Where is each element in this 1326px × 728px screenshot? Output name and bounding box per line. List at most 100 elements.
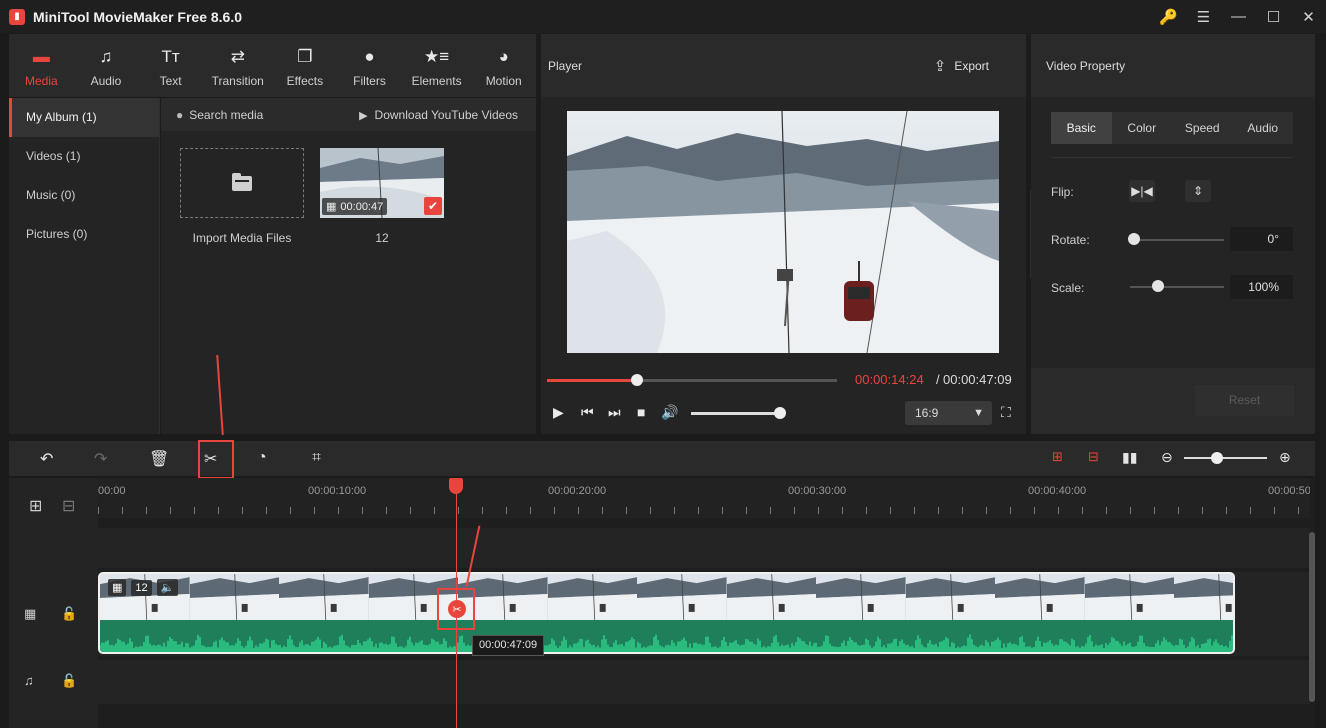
seek-progress	[547, 379, 637, 382]
aspect-ratio-select[interactable]: 16:9 ▼	[905, 401, 992, 425]
album-item-videos[interactable]: Videos (1)	[9, 137, 159, 176]
tab-media[interactable]: ▬ Media	[9, 34, 74, 97]
seek-handle[interactable]	[630, 374, 643, 386]
property-footer: Reset	[1031, 368, 1315, 434]
tab-motion[interactable]: ◕ Motion	[471, 34, 536, 97]
album-item-pictures[interactable]: Pictures (0)	[9, 215, 159, 254]
folder-icon	[232, 172, 252, 191]
ruler-tick	[1178, 507, 1179, 514]
flip-horizontal-icon[interactable]: ▶|◀	[1129, 180, 1155, 202]
playback-seek-bar[interactable]	[547, 374, 837, 386]
lock-icon[interactable]: 🔓	[61, 606, 77, 622]
time-separator: /	[936, 372, 940, 387]
tab-effects[interactable]: ❐ Effects	[273, 34, 338, 97]
split-highlight-annotation	[198, 440, 234, 479]
clip-duration: 00:00:47	[340, 200, 384, 213]
album-item-music[interactable]: Music (0)	[9, 176, 159, 215]
timeline-ruler[interactable]: 00:00 00:00:10:00 00:00:20:00 00:00:30:0…	[98, 478, 1310, 518]
zoom-in-icon[interactable]: ⊕	[1279, 449, 1291, 466]
scale-slider[interactable]	[1130, 286, 1224, 288]
ruler-tick	[458, 507, 459, 514]
tab-speed[interactable]: Speed	[1172, 112, 1233, 144]
redo-icon[interactable]: ↷	[94, 449, 107, 469]
zoom-out-icon[interactable]: ⊖	[1161, 449, 1173, 466]
flip-vertical-icon[interactable]: ⇕	[1185, 180, 1211, 202]
download-youtube-button[interactable]: ▶ Download YouTube Videos	[359, 108, 518, 122]
elements-icon: ★≡	[424, 47, 450, 66]
ruler-tick	[626, 507, 627, 514]
volume-icon[interactable]: 🔊	[661, 404, 678, 421]
menu-icon[interactable]: ☰	[1186, 8, 1221, 26]
lock-icon[interactable]: 🔓	[61, 673, 77, 689]
speed-icon[interactable]: ◔	[257, 449, 267, 467]
zoom-fit-icon[interactable]: ▮▮	[1122, 449, 1137, 466]
ruler-tick	[938, 507, 939, 514]
undo-icon[interactable]: ↶	[40, 449, 53, 469]
ruler-tick	[434, 507, 435, 514]
play-icon[interactable]: ▶	[553, 404, 564, 421]
tab-filters[interactable]: ● Filters	[337, 34, 402, 97]
empty-track	[98, 528, 1310, 568]
clip-tag: ▦ 12 🔈	[108, 579, 179, 596]
crop-icon[interactable]: ⌗	[312, 449, 321, 467]
search-icon: ●	[176, 107, 184, 122]
app-logo-icon: ▮	[9, 8, 25, 25]
scale-value[interactable]: 100%	[1230, 275, 1293, 299]
clip-frames	[100, 574, 1233, 620]
upgrade-key-icon[interactable]: 🔑	[1151, 8, 1186, 26]
export-button[interactable]: ⇪ Export	[934, 57, 989, 75]
add-track-icon[interactable]: ⊞	[29, 496, 42, 516]
fullscreen-icon[interactable]: ⛶	[1001, 404, 1011, 421]
clip-frame	[1174, 574, 1233, 620]
stop-icon[interactable]: ■	[637, 404, 645, 420]
album-item-my-album[interactable]: My Album (1)	[9, 98, 159, 137]
minimize-icon[interactable]: —	[1221, 8, 1256, 25]
ruler-tick	[170, 507, 171, 514]
tab-audio-property[interactable]: Audio	[1233, 112, 1294, 144]
zoom-slider[interactable]	[1184, 457, 1267, 459]
ruler-tick	[698, 507, 699, 514]
maximize-icon[interactable]: ☐	[1256, 8, 1291, 26]
volume-slider[interactable]	[691, 412, 785, 415]
reset-button[interactable]: Reset	[1195, 385, 1294, 416]
title-bar: ▮ MiniTool MovieMaker Free 8.6.0 🔑 ☰ — ☐…	[0, 0, 1326, 33]
ruler-tick	[890, 507, 891, 514]
fit-timeline-icon[interactable]: ⊞	[1052, 449, 1063, 465]
tab-elements[interactable]: ★≡ Elements	[402, 34, 472, 97]
remove-track-icon[interactable]: ⊟	[62, 496, 75, 516]
search-media-input[interactable]: Search media	[189, 108, 263, 122]
close-icon[interactable]: ✕	[1291, 8, 1326, 26]
rotate-value[interactable]: 0°	[1230, 227, 1293, 251]
tab-transition[interactable]: ⇄ Transition	[203, 34, 273, 97]
effects-icon: ❐	[297, 47, 313, 66]
tick-label: 00:00	[98, 485, 126, 497]
volume-handle[interactable]	[774, 407, 787, 419]
tab-color[interactable]: Color	[1112, 112, 1173, 144]
playhead-handle[interactable]	[449, 478, 463, 494]
timeline-scrollbar[interactable]	[1309, 532, 1315, 702]
ruler-tick	[650, 507, 651, 514]
delete-icon[interactable]: 🗑	[149, 449, 169, 469]
video-clip[interactable]: ▦ 12 🔈	[98, 572, 1235, 654]
scale-handle[interactable]	[1152, 280, 1165, 292]
media-clip-thumbnail[interactable]: ▦ 00:00:47 ✔	[320, 148, 444, 218]
album-sidebar: My Album (1) Videos (1) Music (0) Pictur…	[9, 98, 160, 434]
rotate-handle[interactable]	[1128, 233, 1140, 245]
zoom-handle[interactable]	[1211, 452, 1224, 464]
rotate-slider[interactable]	[1134, 239, 1224, 241]
previous-frame-icon[interactable]: ⏮	[581, 404, 594, 421]
tab-audio[interactable]: ♫ Audio	[74, 34, 139, 97]
ruler-tick	[722, 507, 723, 514]
split-audio-icon[interactable]: ⊟	[1088, 449, 1099, 465]
clip-duration-badge: ▦ 00:00:47	[322, 198, 388, 215]
ruler-tick	[1130, 507, 1131, 514]
tab-basic[interactable]: Basic	[1051, 112, 1112, 144]
next-frame-icon[interactable]: ⏭	[608, 404, 621, 421]
tab-text[interactable]: Tт Text	[138, 34, 203, 97]
main-tabs: ▬ Media ♫ Audio Tт Text ⇄ Transition ❐ E…	[9, 34, 536, 97]
clip-frame	[726, 574, 816, 620]
tab-label: Audio	[90, 74, 122, 88]
ruler-tick	[194, 507, 195, 514]
ruler-tick	[362, 507, 363, 514]
import-media-button[interactable]	[180, 148, 304, 218]
